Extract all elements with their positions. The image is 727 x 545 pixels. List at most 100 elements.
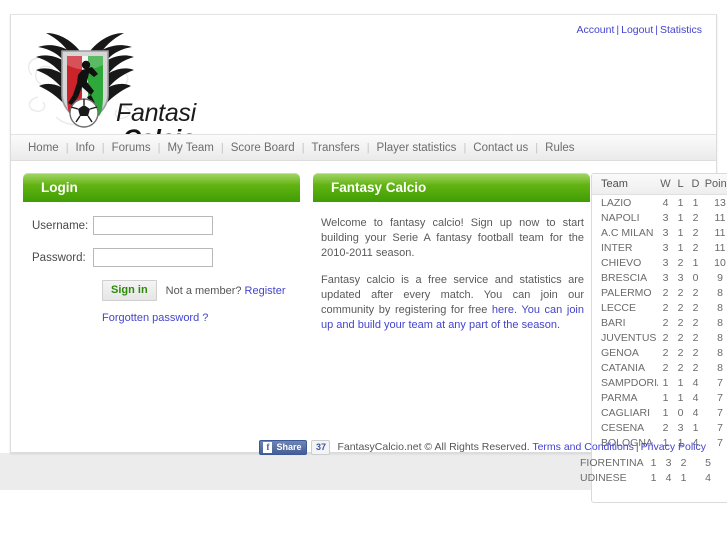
- login-actions-row: Sign in Not a member? Register: [102, 280, 300, 301]
- nav-item-my-team[interactable]: My Team: [160, 142, 220, 154]
- cell-team: CAGLIARI: [601, 406, 651, 419]
- content-panel-header: Fantasy Calcio: [313, 173, 590, 202]
- cell-w: 2: [662, 421, 669, 434]
- cell-team: GENOA: [601, 346, 639, 359]
- statistics-link[interactable]: Statistics: [660, 24, 702, 36]
- cell-l: 2: [677, 316, 684, 329]
- forgotten-password-link[interactable]: Forgotten password ?: [102, 312, 208, 324]
- table-row: FIORENTINA 1 3 2 5: [580, 455, 727, 470]
- cell-team: CHIEVO: [601, 256, 642, 269]
- cell-team: NAPOLI: [601, 211, 640, 224]
- cell-w: 2: [662, 316, 669, 329]
- cell-team: A.C MILAN: [601, 226, 654, 239]
- cell-w: 1: [662, 376, 669, 389]
- privacy-link[interactable]: Privacy Policy: [641, 441, 706, 453]
- nav-item-home[interactable]: Home: [21, 142, 66, 154]
- main-navigation: Home | Info | Forums | My Team | Score B…: [11, 134, 716, 161]
- table-row: PALERMO 2 2 2 8: [592, 285, 727, 300]
- nav-item-player-statistics[interactable]: Player statistics: [370, 142, 464, 154]
- username-label: Username:: [32, 219, 89, 232]
- password-input[interactable]: [93, 248, 213, 267]
- cell-w: 1: [650, 471, 657, 484]
- cell-w: 2: [662, 346, 669, 359]
- cell-team: CESENA: [601, 421, 645, 434]
- cell-d: 0: [692, 271, 699, 284]
- cell-points: 8: [717, 346, 723, 359]
- column-header-draws: D: [691, 178, 700, 190]
- cell-team: LAZIO: [601, 196, 632, 209]
- cell-l: 0: [677, 406, 684, 419]
- nav-item-rules[interactable]: Rules: [538, 142, 581, 154]
- cell-team: FIORENTINA: [580, 456, 644, 469]
- logout-link[interactable]: Logout: [621, 24, 653, 36]
- facebook-share-button[interactable]: f Share: [259, 439, 308, 455]
- footer-separator: |: [635, 441, 639, 453]
- site-logo[interactable]: Fantasi Calcio: [16, 25, 256, 152]
- copyright-text: FantasyCalcio.net © All Rights Reserved.…: [337, 441, 706, 453]
- account-link[interactable]: Account: [576, 24, 614, 36]
- cell-points: 9: [717, 271, 723, 284]
- sign-in-button[interactable]: Sign in: [102, 280, 157, 301]
- cell-team: BARI: [601, 316, 626, 329]
- table-row: LECCE 2 2 2 8: [592, 300, 727, 315]
- site-footer: f Share 37 FantasyCalcio.net © All Rights…: [23, 438, 706, 456]
- share-label: Share: [276, 442, 302, 452]
- table-row: UDINESE 1 4 1 4: [580, 470, 727, 485]
- cell-d: 2: [692, 211, 699, 224]
- register-link[interactable]: Register: [245, 285, 286, 297]
- cell-l: 3: [665, 456, 672, 469]
- cell-team: PALERMO: [601, 286, 652, 299]
- table-row: PARMA 1 1 4 7: [592, 390, 727, 405]
- nav-item-contact-us[interactable]: Contact us: [466, 142, 535, 154]
- cell-l: 3: [677, 421, 684, 434]
- cell-points: 7: [717, 391, 723, 404]
- main-content-card: Account | Logout | Statistics Fantasi Ho…: [10, 14, 727, 503]
- cell-points: 7: [717, 406, 723, 419]
- cell-points: 11: [714, 226, 726, 239]
- table-row: A.C MILAN 3 1 2 11: [592, 225, 727, 240]
- cell-d: 4: [692, 406, 699, 419]
- cell-d: 2: [692, 226, 699, 239]
- cell-l: 2: [677, 256, 684, 269]
- cell-w: 2: [662, 331, 669, 344]
- column-header-losses: L: [677, 178, 684, 190]
- cell-team: PARMA: [601, 391, 638, 404]
- register-prompt: Not a member? Register: [166, 285, 286, 297]
- cell-w: 2: [662, 286, 669, 299]
- cell-l: 2: [677, 361, 684, 374]
- cell-points: 8: [717, 286, 723, 299]
- standings-overflow-rows: FIORENTINA 1 3 2 5 UDINESE 1 4 1 4: [580, 455, 727, 485]
- cell-l: 1: [677, 226, 684, 239]
- column-header-team: Team: [601, 178, 628, 190]
- terms-link[interactable]: Terms and Conditions: [532, 441, 634, 453]
- fantasy-calcio-panel: Fantasy Calcio Welcome to fantasy calcio…: [313, 173, 590, 345]
- nav-item-info[interactable]: Info: [69, 142, 102, 154]
- username-input[interactable]: [93, 216, 213, 235]
- table-row: CHIEVO 3 2 1 10: [592, 255, 727, 270]
- service-paragraph: Fantasy calcio is a free service and sta…: [321, 273, 584, 333]
- cell-points: 13: [714, 196, 726, 209]
- content-panel-title: Fantasy Calcio: [331, 180, 427, 195]
- nav-item-score-board[interactable]: Score Board: [224, 142, 302, 154]
- cell-w: 3: [662, 211, 669, 224]
- cell-d: 2: [692, 241, 699, 254]
- facebook-icon: f: [263, 441, 273, 453]
- cell-d: 1: [692, 256, 699, 269]
- password-row: Password:: [23, 248, 300, 267]
- username-row: Username:: [23, 216, 300, 235]
- account-links: Account | Logout | Statistics: [576, 24, 702, 36]
- nav-item-forums[interactable]: Forums: [105, 142, 158, 154]
- nav-item-transfers[interactable]: Transfers: [305, 142, 367, 154]
- login-form: Username: Password: Sign in Not a member…: [23, 202, 300, 324]
- forgot-password-row: Forgotten password ?: [102, 312, 300, 324]
- table-row: NAPOLI 3 1 2 11: [592, 210, 727, 225]
- cell-team: INTER: [601, 241, 633, 254]
- cell-team: JUVENTUS: [601, 331, 657, 344]
- cell-d: 2: [692, 331, 699, 344]
- cell-points: 8: [717, 316, 723, 329]
- cell-points: 8: [717, 301, 723, 314]
- cell-points: 8: [717, 331, 723, 344]
- cell-w: 2: [662, 301, 669, 314]
- table-row: LAZIO 4 1 1 13: [592, 195, 727, 210]
- cell-points: 7: [717, 436, 723, 449]
